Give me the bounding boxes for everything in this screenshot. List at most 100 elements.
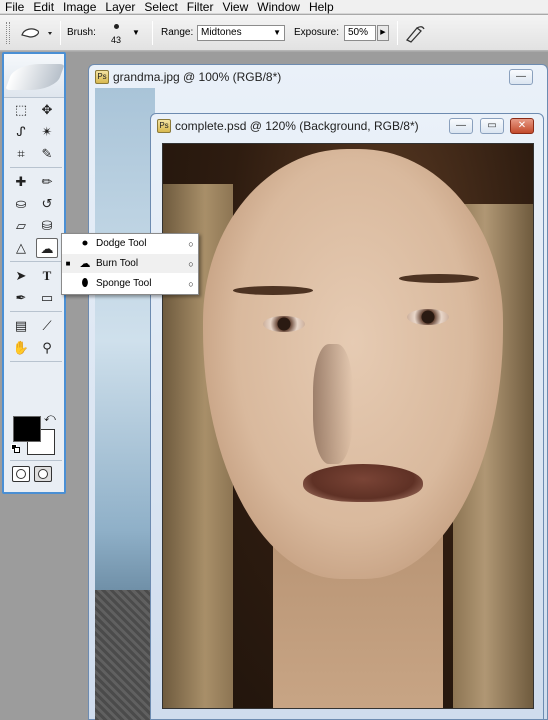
right-brow xyxy=(399,274,479,283)
options-bar: Brush: 43 ▼ Range: Midtones ▼ Exposure: … xyxy=(0,15,548,51)
close-button[interactable]: ✕ xyxy=(510,118,534,134)
menu-view[interactable]: View xyxy=(217,0,248,14)
blur-tool[interactable]: △ xyxy=(10,238,32,258)
image-canvas[interactable] xyxy=(162,143,534,709)
shape-icon: ▭ xyxy=(40,290,54,305)
zoom-tool[interactable]: ⚲ xyxy=(36,338,58,358)
circle-icon xyxy=(16,469,26,479)
slice-tool[interactable]: ✎ xyxy=(36,144,58,164)
minimize-button[interactable]: — xyxy=(509,69,533,85)
foreground-color-swatch[interactable] xyxy=(13,416,41,442)
brush-picker[interactable]: 43 ▼ xyxy=(106,21,142,47)
options-bar-grip[interactable] xyxy=(6,22,10,44)
menu-layer[interactable]: Layer xyxy=(100,0,135,14)
menu-file[interactable]: File xyxy=(0,0,24,14)
burn-tool[interactable]: ☁ xyxy=(36,238,58,258)
eyedropper-tool[interactable]: ⟋ xyxy=(36,316,58,336)
magic-wand-icon: ✴ xyxy=(41,124,53,139)
quick-mask-button[interactable] xyxy=(34,466,52,482)
airbrush-icon xyxy=(405,26,425,43)
shortcut-key-icon: ○ xyxy=(188,278,194,289)
triangle-right-icon: ▶ xyxy=(380,29,386,36)
shape-tool[interactable]: ▭ xyxy=(36,288,58,308)
healing-brush-icon: ✚ xyxy=(15,174,27,189)
document-title: grandma.jpg @ 100% (RGB/8*) xyxy=(113,70,282,84)
close-icon: ✕ xyxy=(517,120,527,131)
flyout-item-label: Burn Tool xyxy=(96,258,139,269)
menu-filter[interactable]: Filter xyxy=(182,0,214,14)
chevron-down-icon: ▼ xyxy=(132,28,140,37)
circle-icon xyxy=(38,469,48,479)
selection-bullet: ■ xyxy=(65,259,71,268)
notes-icon: ▤ xyxy=(14,318,28,333)
eraser-tool[interactable]: ▱ xyxy=(10,216,32,236)
eraser-icon: ▱ xyxy=(16,218,26,233)
brush-size: 43 xyxy=(111,35,122,45)
flyout-item-label: Dodge Tool xyxy=(96,238,147,249)
tool-preset-picker[interactable] xyxy=(18,23,54,43)
menu-bar: File Edit Image Layer Select Filter View… xyxy=(0,0,548,14)
document-icon: Ps xyxy=(157,119,171,133)
hand-tool[interactable]: ✋ xyxy=(10,338,32,358)
exposure-input[interactable]: 50% xyxy=(344,25,376,41)
nose-shadow xyxy=(313,344,353,464)
healing-brush-tool[interactable]: ✚ xyxy=(10,172,32,192)
range-label: Range: xyxy=(161,27,194,38)
maximize-button[interactable]: ▭ xyxy=(480,118,504,134)
exposure-value: 50% xyxy=(348,27,369,38)
hand-icon: ✋ xyxy=(12,340,30,355)
path-selection-tool[interactable]: ➤ xyxy=(10,266,32,286)
history-brush-icon: ↺ xyxy=(41,196,53,211)
chevron-down-icon: ▼ xyxy=(273,28,281,37)
zoom-icon: ⚲ xyxy=(42,340,52,355)
slice-icon: ✎ xyxy=(41,146,53,161)
swap-colors-icon[interactable]: ⤺ xyxy=(44,412,56,425)
history-brush-tool[interactable]: ↺ xyxy=(36,194,58,214)
pen-tool[interactable]: ✒ xyxy=(10,288,32,308)
menu-edit[interactable]: Edit xyxy=(28,0,54,14)
document-icon: Ps xyxy=(95,70,109,84)
type-tool[interactable]: T xyxy=(36,266,58,286)
lasso-tool[interactable]: ᔑ xyxy=(10,122,32,142)
tool-flyout-menu: ⚫ Dodge Tool ○ ■ ☁ Burn Tool ○ ⬮ Sponge … xyxy=(61,233,199,295)
path-selection-icon: ➤ xyxy=(15,268,27,283)
range-value: Midtones xyxy=(201,27,242,38)
type-icon: T xyxy=(42,268,52,283)
standard-mode-button[interactable] xyxy=(12,466,30,482)
feather-logo-icon xyxy=(5,64,65,90)
notes-tool[interactable]: ▤ xyxy=(10,316,32,336)
airbrush-button[interactable] xyxy=(404,23,426,43)
toolbox: ⬚ ✥ ᔑ ✴ ⌗ ✎ ✚ ✏ ⛀ ↺ ▱ ⛁ △ ☁ ➤ T ✒ ▭ ▤ ⟋ … xyxy=(2,52,66,494)
menu-help[interactable]: Help xyxy=(304,0,334,14)
flyout-item-dodge[interactable]: ⚫ Dodge Tool ○ xyxy=(62,234,198,253)
menu-select[interactable]: Select xyxy=(139,0,177,14)
marquee-icon: ⬚ xyxy=(14,102,28,117)
default-colors-icon[interactable] xyxy=(11,444,21,454)
burn-icon: ☁ xyxy=(79,258,91,270)
brush-tool[interactable]: ✏ xyxy=(36,172,58,192)
clone-stamp-tool[interactable]: ⛀ xyxy=(10,194,32,214)
left-eye xyxy=(263,316,305,332)
dodge-icon: ⚫ xyxy=(80,238,90,250)
range-select[interactable]: Midtones ▼ xyxy=(197,25,285,41)
paint-bucket-tool[interactable]: ⛁ xyxy=(36,216,58,236)
blur-icon: △ xyxy=(16,240,26,255)
flyout-item-burn[interactable]: ■ ☁ Burn Tool ○ xyxy=(62,254,198,273)
exposure-slider-button[interactable]: ▶ xyxy=(377,25,389,41)
flyout-item-sponge[interactable]: ⬮ Sponge Tool ○ xyxy=(62,274,198,293)
crop-tool[interactable]: ⌗ xyxy=(10,144,32,164)
exposure-label: Exposure: xyxy=(294,27,340,38)
document-titlebar[interactable]: Ps grandma.jpg @ 100% (RGB/8*) xyxy=(89,65,547,89)
burn-icon: ☁ xyxy=(40,241,54,256)
pen-icon: ✒ xyxy=(15,290,27,305)
move-tool[interactable]: ✥ xyxy=(36,100,58,120)
menu-image[interactable]: Image xyxy=(58,0,96,14)
marquee-tool[interactable]: ⬚ xyxy=(10,100,32,120)
burn-icon xyxy=(21,28,52,38)
minimize-icon: — xyxy=(516,71,526,82)
magic-wand-tool[interactable]: ✴ xyxy=(36,122,58,142)
menu-window[interactable]: Window xyxy=(252,0,300,14)
toolbox-header[interactable] xyxy=(4,54,65,98)
brush-label: Brush: xyxy=(67,27,96,38)
minimize-button[interactable]: — xyxy=(449,118,473,134)
